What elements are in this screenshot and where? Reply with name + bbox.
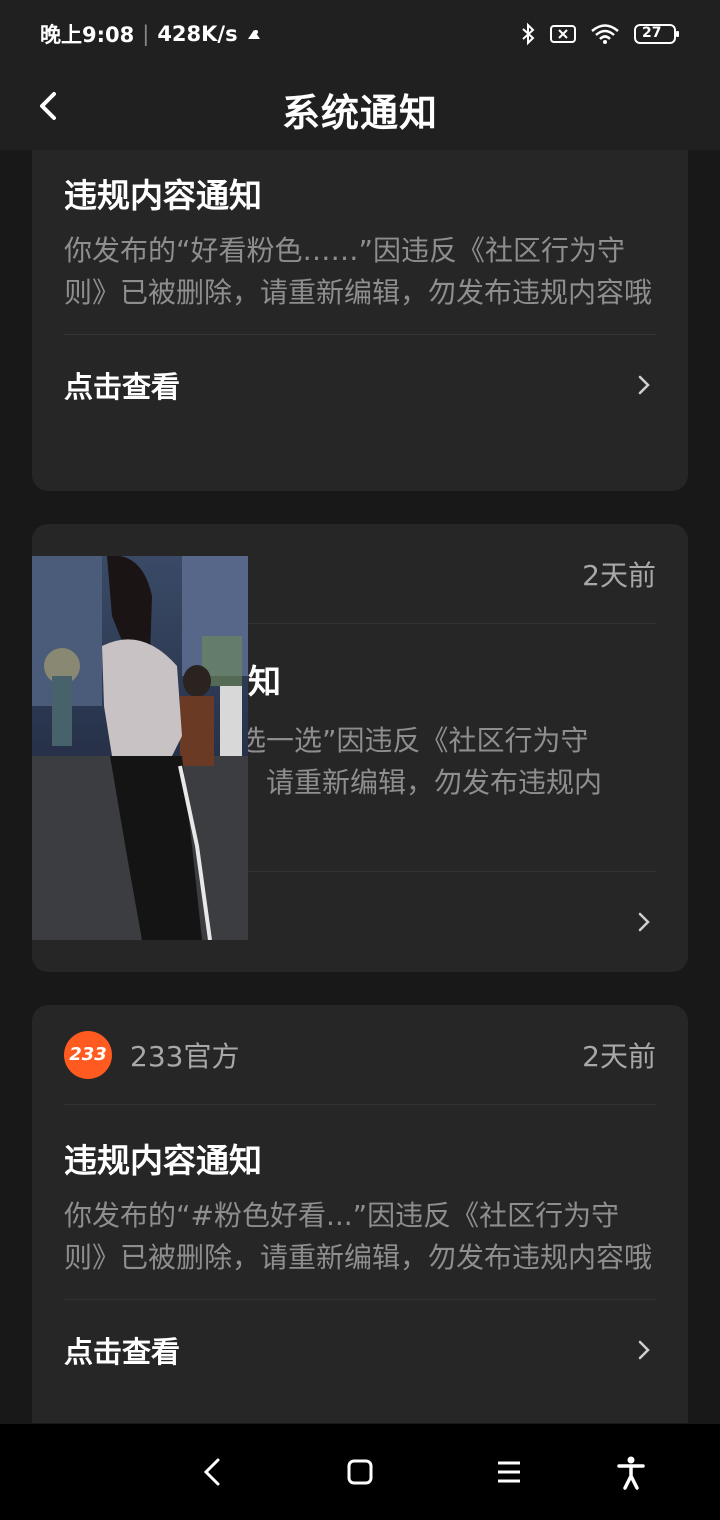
notice-title: 违规内容通知	[64, 1141, 262, 1180]
view-detail-link[interactable]: 点击查看	[64, 364, 180, 406]
chevron-right-icon	[638, 375, 650, 395]
sender-name: 233官方	[130, 1039, 240, 1073]
notification-card: 233 233官方 2天前 违规内容通知 你发布的“#粉色好看...”因违反《社…	[32, 1005, 688, 1423]
status-time: 晚上9:08	[40, 23, 135, 47]
notification-icon	[246, 27, 262, 41]
back-icon[interactable]	[196, 1454, 232, 1490]
title-bar: 系统通知	[0, 68, 720, 150]
back-button[interactable]	[28, 84, 76, 132]
floating-video-window[interactable]	[32, 556, 248, 940]
notice-body: 你发布的“好看粉色……”因违反《社区行为守则》已被删除，请重新编辑，勿发布违规内…	[64, 234, 653, 309]
sender-logo: 233	[64, 1030, 112, 1079]
notice-title: 违规内容通知	[64, 176, 262, 215]
sim-off-icon	[550, 24, 576, 44]
chevron-left-icon	[40, 92, 56, 120]
notice-body: 你发布的“#粉色好看...”因违反《社区行为守则》已被删除，请重新编辑，勿发布违…	[64, 1199, 653, 1274]
notice-body-line: 选一选”因违反《社区行为守	[238, 724, 589, 757]
home-icon[interactable]	[342, 1454, 378, 1490]
page-title: 系统通知	[281, 90, 438, 135]
accessibility-icon[interactable]	[613, 1454, 649, 1490]
view-detail-row[interactable]: 点击查看	[64, 1299, 656, 1400]
chevron-right-icon	[638, 912, 650, 932]
battery-level: 27	[642, 25, 662, 41]
menu-icon[interactable]	[491, 1454, 527, 1490]
status-divider: |	[142, 22, 150, 46]
card-header: 233 233官方 2天前	[64, 1005, 656, 1105]
chevron-right-icon	[638, 1340, 650, 1360]
status-bar: 晚上9:08 | 428K/s 27	[0, 0, 720, 68]
notice-time: 2天前	[582, 558, 656, 592]
notification-card: 违规内容通知 你发布的“好看粉色……”因违反《社区行为守则》已被删除，请重新编辑…	[32, 150, 688, 491]
bluetooth-icon	[520, 22, 536, 46]
network-speed: 428K/s	[157, 22, 238, 46]
notice-body-line: ，请重新编辑，勿发布违规内	[238, 766, 603, 799]
notice-title-visible: 知	[248, 662, 281, 701]
battery-icon: 27	[634, 23, 680, 45]
sender: 233 233官方	[64, 1030, 240, 1079]
status-right: 27	[520, 22, 680, 46]
view-detail-row[interactable]: 点击查看	[64, 334, 656, 435]
view-detail-link[interactable]: 点击查看	[64, 1329, 180, 1371]
video-frame-image	[32, 556, 248, 940]
notice-time: 2天前	[582, 1039, 656, 1073]
system-nav-bar	[0, 1424, 720, 1520]
card-spacer	[32, 150, 688, 174]
status-left: 晚上9:08 | 428K/s	[40, 19, 262, 49]
wifi-icon	[590, 23, 620, 45]
